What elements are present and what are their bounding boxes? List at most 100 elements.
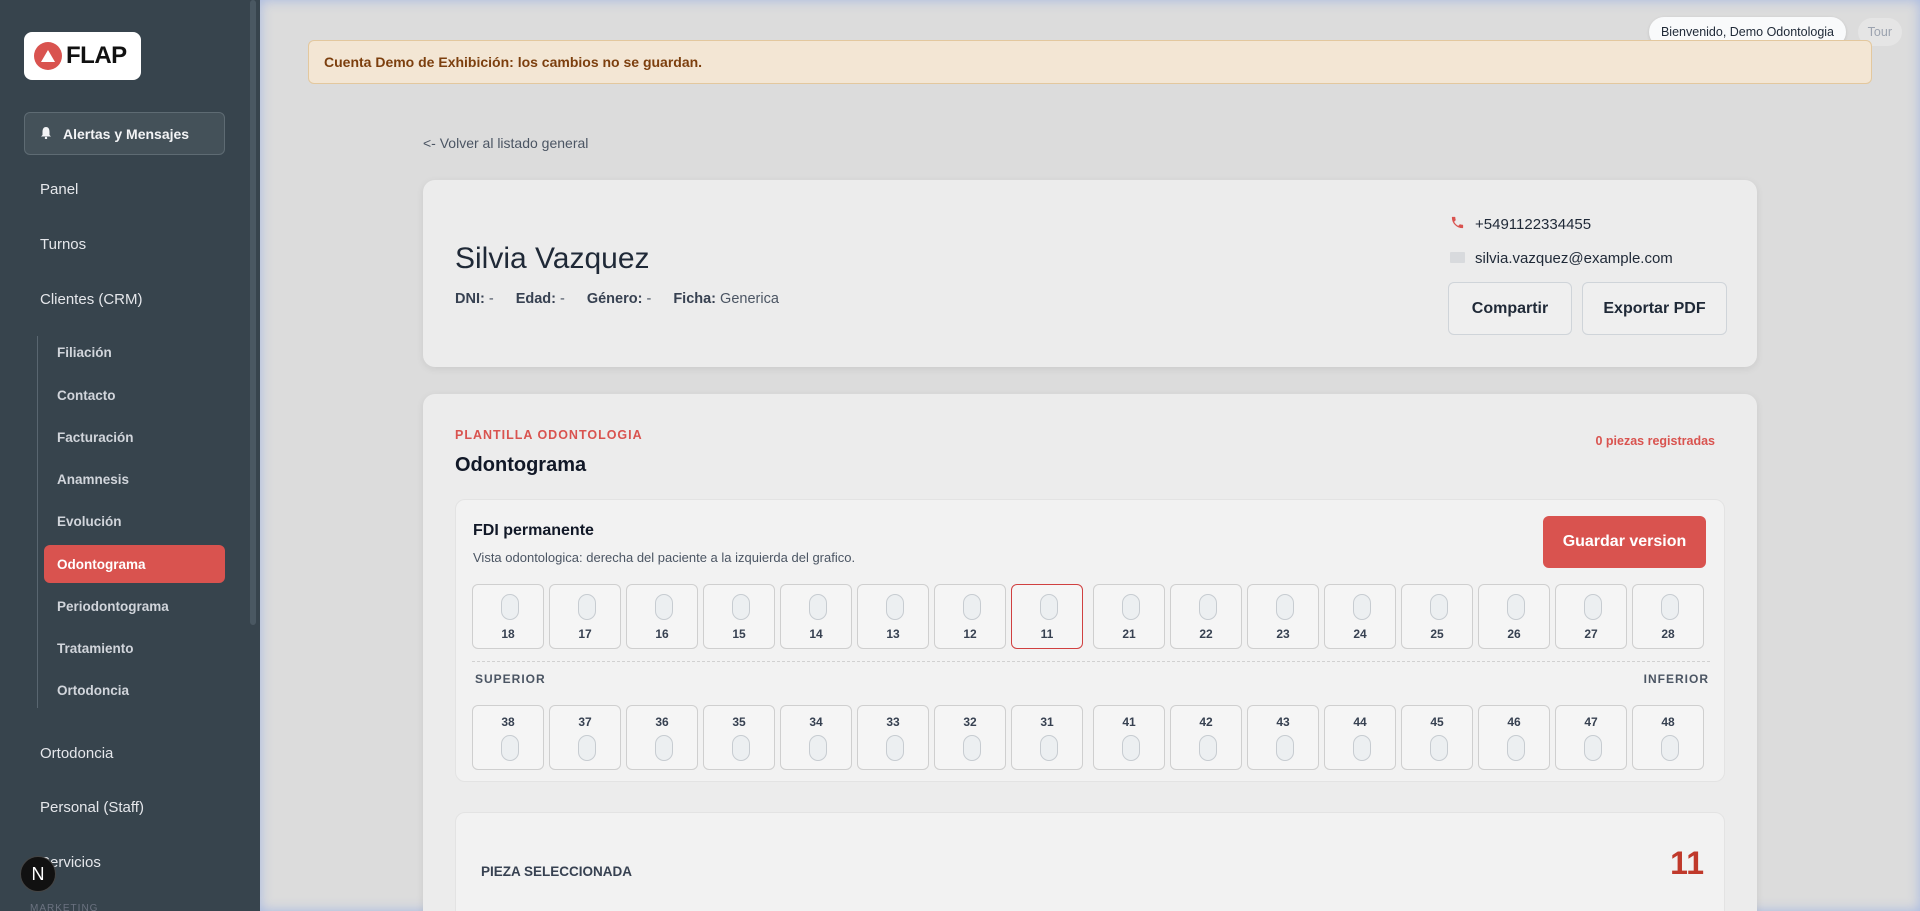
sidebar-item-ortodoncia[interactable]: Ortodoncia: [40, 745, 113, 762]
tooth-43[interactable]: 43: [1247, 705, 1319, 770]
tooth-icon: [1661, 735, 1679, 761]
tooth-number: 24: [1353, 627, 1367, 641]
tooth-number: 15: [732, 627, 746, 641]
sidebar-subitem-odontograma[interactable]: Odontograma: [44, 545, 225, 583]
tooth-45[interactable]: 45: [1401, 705, 1473, 770]
tooth-number: 27: [1584, 627, 1598, 641]
tooth-number: 12: [963, 627, 977, 641]
tooth-36[interactable]: 36: [626, 705, 698, 770]
patient-name: Silvia Vazquez: [455, 242, 650, 275]
bell-icon: [41, 126, 51, 142]
tooth-number: 11: [1040, 627, 1054, 641]
sidebar-scrollbar[interactable]: [250, 0, 256, 625]
sidebar-item-personal[interactable]: Personal (Staff): [40, 799, 144, 816]
tooth-37[interactable]: 37: [549, 705, 621, 770]
tooth-11[interactable]: 11: [1011, 584, 1083, 649]
sidebar-item-turnos[interactable]: Turnos: [40, 236, 86, 253]
sidebar-item-panel[interactable]: Panel: [40, 181, 78, 198]
tooth-12[interactable]: 12: [934, 584, 1006, 649]
tooth-16[interactable]: 16: [626, 584, 698, 649]
tooth-icon: [1584, 594, 1602, 620]
tooth-27[interactable]: 27: [1555, 584, 1627, 649]
export-pdf-button[interactable]: Exportar PDF: [1582, 282, 1727, 335]
phone-row[interactable]: +5491122334455: [1450, 215, 1591, 234]
sidebar-subitem-ortodoncia[interactable]: Ortodoncia: [57, 683, 129, 698]
jaw-divider: [472, 661, 1710, 662]
tooth-13[interactable]: 13: [857, 584, 929, 649]
tooth-number: 26: [1507, 627, 1521, 641]
alerts-button[interactable]: Alertas y Mensajes: [24, 112, 225, 155]
tooth-number: 17: [578, 627, 592, 641]
tooth-23[interactable]: 23: [1247, 584, 1319, 649]
fdi-chart-panel: FDI permanente Vista odontologica: derec…: [455, 499, 1725, 782]
tooth-41[interactable]: 41: [1093, 705, 1165, 770]
tooth-icon: [1040, 594, 1058, 620]
ficha-field: Ficha: Generica: [673, 291, 779, 307]
tooth-25[interactable]: 25: [1401, 584, 1473, 649]
tooth-24[interactable]: 24: [1324, 584, 1396, 649]
tooth-47[interactable]: 47: [1555, 705, 1627, 770]
tooth-number: 48: [1661, 715, 1675, 729]
tooth-icon: [963, 594, 981, 620]
patient-card: Silvia Vazquez DNI: - Edad: - Género: - …: [423, 180, 1757, 367]
tooth-number: 14: [809, 627, 823, 641]
back-link[interactable]: <- Volver al listado general: [423, 135, 588, 151]
tooth-26[interactable]: 26: [1478, 584, 1550, 649]
submenu-line: [37, 336, 38, 708]
demo-banner: Cuenta Demo de Exhibición: los cambios n…: [308, 40, 1872, 84]
email-row[interactable]: silvia.vazquez@example.com: [1450, 250, 1673, 267]
tooth-number: 22: [1199, 627, 1213, 641]
tooth-17[interactable]: 17: [549, 584, 621, 649]
tooth-icon: [655, 735, 673, 761]
tooth-38[interactable]: 38: [472, 705, 544, 770]
sidebar-subitem-anamnesis[interactable]: Anamnesis: [57, 472, 129, 487]
tooth-icon: [578, 594, 596, 620]
tooth-21[interactable]: 21: [1093, 584, 1165, 649]
tooth-34[interactable]: 34: [780, 705, 852, 770]
alerts-label: Alertas y Mensajes: [63, 125, 190, 142]
odontogram-card: PLANTILLA ODONTOLOGIA Odontograma 0 piez…: [423, 394, 1757, 911]
sidebar-subitem-facturacion[interactable]: Facturación: [57, 430, 134, 445]
tooth-22[interactable]: 22: [1170, 584, 1242, 649]
tooth-18[interactable]: 18: [472, 584, 544, 649]
tooth-number: 45: [1430, 715, 1444, 729]
age-field: Edad: -: [515, 291, 565, 307]
sidebar-subitem-filiacion[interactable]: Filiación: [57, 345, 112, 360]
tooth-icon: [1276, 735, 1294, 761]
next-dev-badge[interactable]: N: [20, 856, 56, 892]
main-content: Bienvenido, Demo Odontologia Tour Cuenta…: [260, 0, 1920, 911]
tooth-14[interactable]: 14: [780, 584, 852, 649]
dni-field: DNI: -: [455, 291, 494, 307]
sidebar-subitem-evolucion[interactable]: Evolución: [57, 514, 122, 529]
tooth-number: 16: [655, 627, 669, 641]
sidebar-subitem-periodontograma[interactable]: Periodontograma: [57, 599, 169, 614]
selected-tooth-label: PIEZA SELECCIONADA: [481, 864, 633, 879]
jaw-label-superior: SUPERIOR: [475, 672, 546, 686]
app-logo[interactable]: FLAP: [24, 32, 141, 80]
tooth-number: 44: [1353, 715, 1367, 729]
gender-field: Género: -: [586, 291, 652, 307]
tooth-15[interactable]: 15: [703, 584, 775, 649]
sidebar-subitem-contacto[interactable]: Contacto: [57, 388, 116, 403]
tooth-48[interactable]: 48: [1632, 705, 1704, 770]
tooth-28[interactable]: 28: [1632, 584, 1704, 649]
tooth-32[interactable]: 32: [934, 705, 1006, 770]
selected-tooth-number: 11: [1670, 845, 1704, 881]
tooth-icon: [886, 594, 904, 620]
tooth-31[interactable]: 31: [1011, 705, 1083, 770]
tooth-33[interactable]: 33: [857, 705, 929, 770]
tooth-44[interactable]: 44: [1324, 705, 1396, 770]
sidebar-subitem-tratamiento[interactable]: Tratamiento: [57, 641, 134, 656]
tooth-number: 18: [501, 627, 515, 641]
tooth-icon: [886, 735, 904, 761]
tooth-42[interactable]: 42: [1170, 705, 1242, 770]
save-version-button[interactable]: Guardar version: [1543, 516, 1706, 568]
tooth-46[interactable]: 46: [1478, 705, 1550, 770]
tooth-35[interactable]: 35: [703, 705, 775, 770]
tooth-icon: [1276, 594, 1294, 620]
sidebar-section-marketing: MARKETING: [30, 903, 99, 911]
sidebar-item-clientes[interactable]: Clientes (CRM): [40, 291, 143, 308]
share-button[interactable]: Compartir: [1448, 282, 1572, 335]
tooth-icon: [1040, 735, 1058, 761]
tooth-number: 31: [1040, 715, 1054, 729]
